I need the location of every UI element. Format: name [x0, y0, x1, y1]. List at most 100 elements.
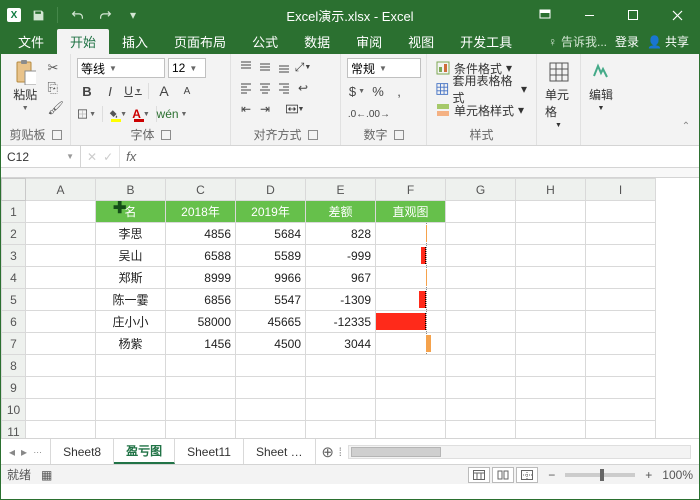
view-page-layout-button[interactable] — [492, 467, 514, 483]
row-header[interactable]: 9 — [2, 377, 26, 399]
horizontal-scrollbar[interactable]: ⁞ — [348, 445, 691, 459]
enter-formula-icon[interactable]: ✓ — [103, 150, 113, 164]
row-header[interactable]: 7 — [2, 333, 26, 355]
percent-format-button[interactable]: % — [368, 81, 388, 101]
cell[interactable]: -12335 — [306, 311, 376, 333]
col-header[interactable]: C — [166, 179, 236, 201]
name-box[interactable]: C12▼ — [1, 146, 81, 167]
align-center-button[interactable] — [256, 79, 274, 97]
accounting-format-button[interactable]: $▼ — [347, 81, 367, 101]
redo-icon[interactable] — [94, 4, 116, 26]
sheet-nav-last-icon[interactable]: ▸ — [21, 445, 27, 459]
format-as-table-button[interactable]: 套用表格格式▾ — [433, 79, 530, 99]
paste-button[interactable]: 粘贴▼ — [7, 58, 43, 114]
italic-button[interactable]: I — [100, 81, 120, 101]
fx-icon[interactable]: fx — [120, 146, 142, 167]
cell-styles-button[interactable]: 单元格样式▾ — [433, 100, 530, 120]
cell[interactable]: 庄小小 — [96, 311, 166, 333]
sheet-tab[interactable]: Sheet … — [244, 439, 316, 464]
cell[interactable] — [26, 245, 96, 267]
cell[interactable]: 45665 — [236, 311, 306, 333]
decrease-indent-button[interactable]: ⇤ — [237, 100, 255, 118]
border-button[interactable]: ▼ — [77, 104, 97, 124]
save-icon[interactable] — [27, 4, 49, 26]
macro-record-icon[interactable]: ▦ — [41, 468, 52, 482]
comma-format-button[interactable]: , — [389, 81, 409, 101]
view-page-break-button[interactable] — [516, 467, 538, 483]
tab-data[interactable]: 数据 — [291, 29, 343, 54]
sheet-tab[interactable]: Sheet11 — [175, 439, 244, 464]
col-header[interactable]: B — [96, 179, 166, 201]
row-header[interactable]: 2 — [2, 223, 26, 245]
qat-customize-icon[interactable]: ▾ — [122, 4, 144, 26]
cell[interactable]: 4500 — [236, 333, 306, 355]
zoom-slider[interactable] — [565, 473, 635, 477]
databar-cell[interactable] — [376, 333, 446, 355]
phonetic-button[interactable]: wén▼ — [162, 104, 182, 124]
col-header[interactable]: A — [26, 179, 96, 201]
cell[interactable]: 4856 — [166, 223, 236, 245]
cell[interactable]: 名 — [96, 201, 166, 223]
spreadsheet-grid[interactable]: A B C D E F G H I 1 名 2018年 2019年 差额 直观图… — [1, 178, 656, 438]
cell[interactable]: 2018年 — [166, 201, 236, 223]
align-right-button[interactable] — [275, 79, 293, 97]
maximize-button[interactable] — [611, 1, 655, 29]
cancel-formula-icon[interactable]: ✕ — [87, 150, 97, 164]
merge-center-button[interactable]: ▼ — [275, 100, 315, 118]
databar-cell[interactable] — [376, 289, 446, 311]
signin-link[interactable]: 登录 — [615, 33, 639, 50]
cells-group-button[interactable]: 单元格▼ — [543, 58, 574, 131]
databar-cell[interactable] — [376, 245, 446, 267]
increase-indent-button[interactable]: ⇥ — [256, 100, 274, 118]
row-header[interactable]: 5 — [2, 289, 26, 311]
wrap-text-button[interactable]: ↩ — [294, 79, 312, 97]
font-name-combo[interactable]: 等线▼ — [77, 58, 165, 78]
new-sheet-button[interactable]: ⊕ — [316, 443, 340, 461]
font-launcher-icon[interactable] — [161, 130, 171, 140]
cell[interactable]: 6856 — [166, 289, 236, 311]
ribbon-options-icon[interactable] — [523, 1, 567, 29]
col-header[interactable]: H — [516, 179, 586, 201]
cell[interactable]: -1309 — [306, 289, 376, 311]
col-header[interactable]: F — [376, 179, 446, 201]
minimize-button[interactable] — [567, 1, 611, 29]
databar-cell[interactable] — [376, 311, 446, 333]
underline-button[interactable]: U▼ — [123, 81, 143, 101]
cell[interactable]: 5589 — [236, 245, 306, 267]
cell[interactable]: 6588 — [166, 245, 236, 267]
cell[interactable]: 5547 — [236, 289, 306, 311]
databar-cell[interactable] — [376, 223, 446, 245]
cell[interactable]: 9966 — [236, 267, 306, 289]
row-header[interactable]: 10 — [2, 399, 26, 421]
decrease-decimal-button[interactable]: .00→ — [368, 104, 388, 124]
number-launcher-icon[interactable] — [394, 130, 404, 140]
formula-bar[interactable] — [142, 146, 699, 167]
row-header[interactable]: 4 — [2, 267, 26, 289]
cell[interactable]: 吴山 — [96, 245, 166, 267]
shrink-font-button[interactable]: A — [177, 81, 197, 101]
sheet-nav-more-icon[interactable]: … — [33, 445, 42, 459]
databar-cell[interactable] — [376, 267, 446, 289]
cell[interactable]: 杨紫 — [96, 333, 166, 355]
zoom-in-button[interactable]: + — [645, 468, 652, 482]
increase-decimal-button[interactable]: .0← — [347, 104, 367, 124]
close-button[interactable] — [655, 1, 699, 29]
tab-insert[interactable]: 插入 — [109, 29, 161, 54]
cell[interactable]: 3044 — [306, 333, 376, 355]
col-header[interactable]: G — [446, 179, 516, 201]
grow-font-button[interactable]: A — [154, 81, 174, 101]
col-header[interactable]: D — [236, 179, 306, 201]
align-top-button[interactable] — [237, 58, 255, 76]
cell[interactable]: 李思 — [96, 223, 166, 245]
sheet-nav-first-icon[interactable]: ◂ — [9, 445, 15, 459]
cell[interactable]: 2019年 — [236, 201, 306, 223]
align-bottom-button[interactable] — [275, 58, 293, 76]
tell-me-search[interactable]: ♀告诉我... — [548, 33, 607, 50]
row-header[interactable]: 1 — [2, 201, 26, 223]
cell[interactable]: 郑斯 — [96, 267, 166, 289]
clipboard-launcher-icon[interactable] — [52, 130, 62, 140]
number-format-combo[interactable]: 常规▼ — [347, 58, 421, 78]
cell[interactable]: 58000 — [166, 311, 236, 333]
cell[interactable] — [26, 311, 96, 333]
tab-home[interactable]: 开始 — [57, 29, 109, 54]
